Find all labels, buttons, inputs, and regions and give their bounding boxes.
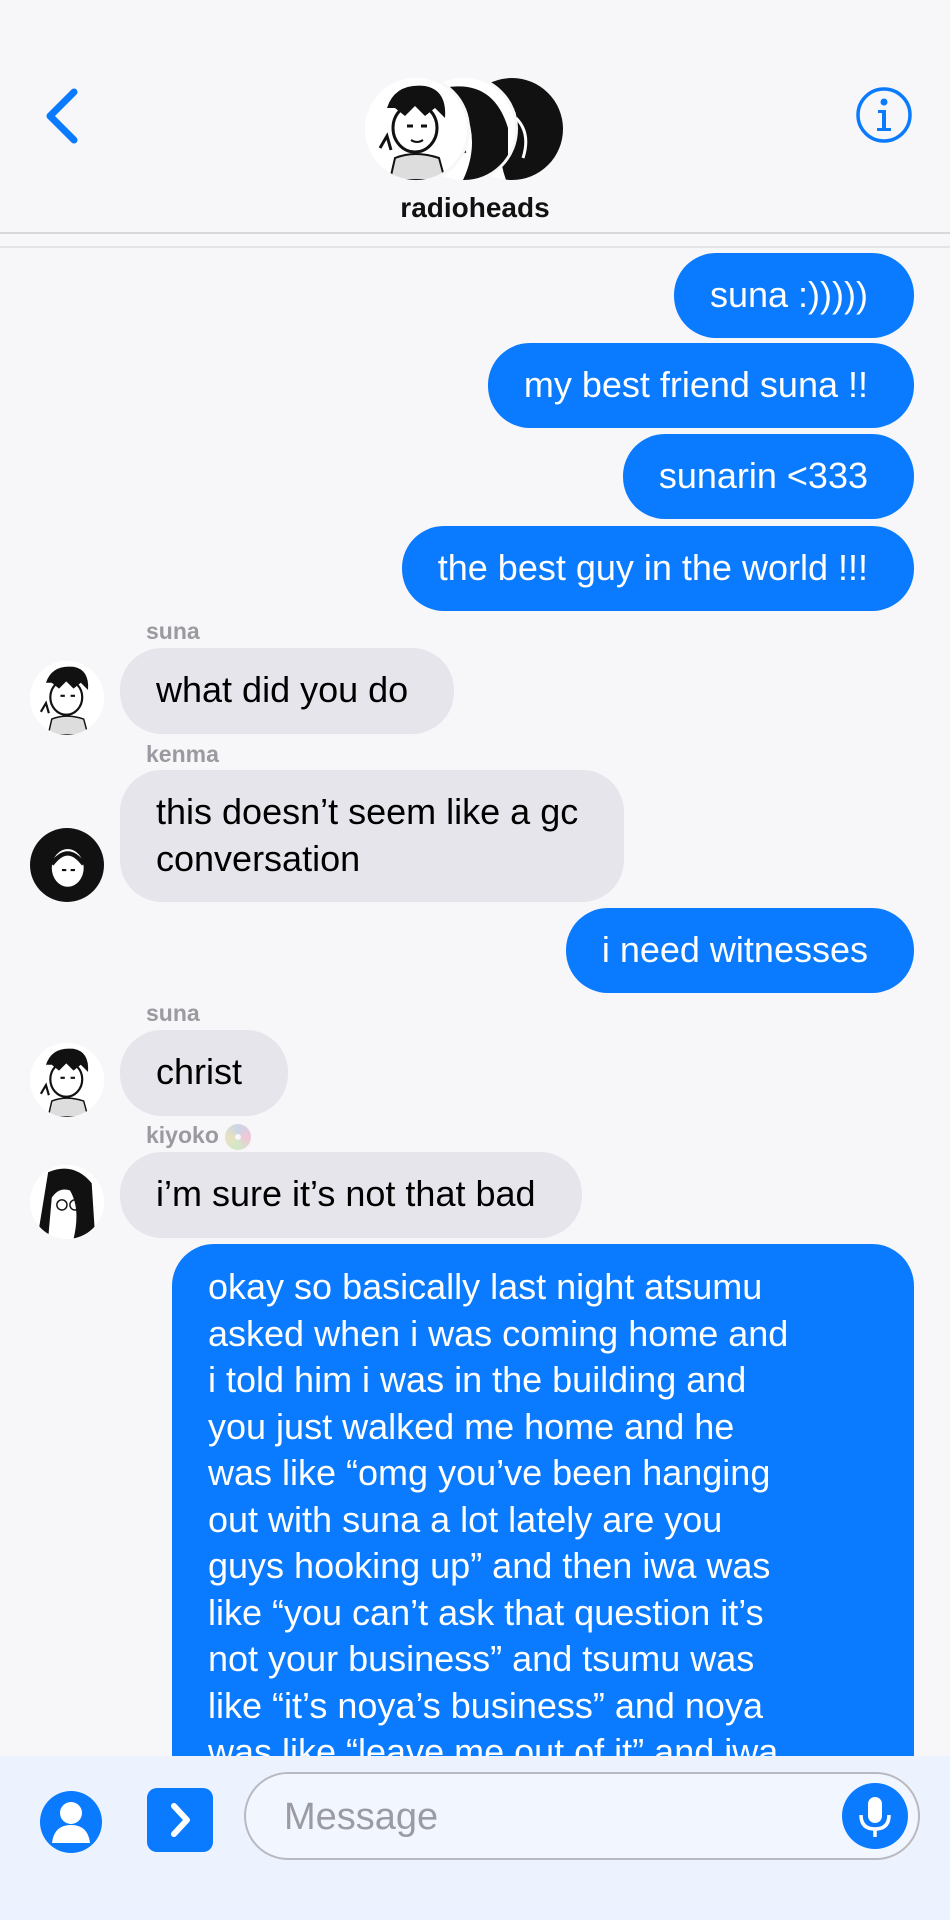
message-text: christ bbox=[156, 1051, 243, 1092]
info-icon bbox=[856, 87, 912, 143]
message-text: i need witnesses bbox=[601, 929, 868, 970]
avatar-kiyoko[interactable] bbox=[30, 1165, 104, 1239]
message-text-line: like “you can’t ask that question it’s bbox=[208, 1591, 764, 1633]
message-bubble-outgoing-long[interactable]: okay so basically last night atsumu aske… bbox=[172, 1244, 914, 1756]
apps-button[interactable] bbox=[147, 1788, 213, 1852]
message-text: suna :))))) bbox=[709, 274, 868, 315]
avatar-suna[interactable] bbox=[30, 661, 104, 735]
sender-name: suna bbox=[146, 618, 200, 644]
message-text: i’m sure it’s not that bad bbox=[156, 1173, 536, 1214]
sender-name: suna bbox=[146, 1000, 200, 1026]
message-text-line: conversation bbox=[156, 838, 361, 879]
message-text-line: not your business” and tsumu was bbox=[208, 1638, 755, 1679]
message-text-line: you just walked me home and he bbox=[208, 1405, 735, 1447]
message-text-line: i told him i was in the building and bbox=[208, 1359, 747, 1400]
avatar-suna bbox=[362, 75, 470, 183]
back-button[interactable] bbox=[40, 86, 84, 146]
message-text-line: asked when i was coming home and bbox=[208, 1312, 789, 1354]
message-text-line: was like “omg you’ve been hanging bbox=[208, 1452, 771, 1493]
avatar-suna[interactable] bbox=[30, 1043, 104, 1117]
contact-button[interactable] bbox=[40, 1791, 102, 1853]
microphone-icon bbox=[859, 1797, 891, 1837]
message-text-line: was like “leave me out of it” and iwa bbox=[208, 1731, 779, 1756]
message-text: the best guy in the world !!! bbox=[437, 547, 868, 588]
message-bubble-incoming[interactable]: this doesn’t seem like a gc conversation bbox=[120, 770, 625, 902]
message-input-container[interactable] bbox=[244, 1772, 920, 1860]
message-input[interactable] bbox=[282, 1788, 826, 1846]
message-bubble-incoming[interactable]: christ bbox=[120, 1030, 289, 1116]
message-composer bbox=[0, 1756, 950, 1920]
chevron-right-icon bbox=[171, 1803, 190, 1837]
message-text-line: this doesn’t seem like a gc bbox=[156, 791, 579, 832]
person-icon bbox=[52, 1802, 90, 1843]
avatar-kenma[interactable] bbox=[30, 828, 104, 902]
info-button[interactable] bbox=[855, 86, 913, 144]
sender-name: kiyoko bbox=[146, 1122, 252, 1150]
message-text-line: out with suna a lot lately are you bbox=[208, 1498, 723, 1540]
message-text-line: guys hooking up” and then iwa was bbox=[208, 1545, 771, 1586]
message-text: my best friend suna !! bbox=[523, 364, 868, 405]
message-thread[interactable]: suna :))))) my best friend suna !! sunar… bbox=[0, 248, 950, 1756]
group-avatars[interactable] bbox=[362, 75, 566, 185]
message-text: what did you do bbox=[156, 669, 409, 710]
message-bubble-incoming[interactable]: what did you do bbox=[120, 648, 455, 734]
message-bubble-outgoing[interactable]: i need witnesses bbox=[565, 908, 914, 993]
message-bubble-outgoing[interactable]: sunarin <333 bbox=[622, 434, 914, 519]
message-bubble-incoming[interactable]: i’m sure it’s not that bad bbox=[120, 1152, 582, 1238]
message-text-line: like “it’s noya’s business” and noya bbox=[208, 1684, 763, 1726]
message-bubble-outgoing[interactable]: suna :))))) bbox=[673, 253, 914, 338]
message-bubble-outgoing[interactable]: the best guy in the world !!! bbox=[401, 526, 914, 611]
chevron-left-icon bbox=[46, 88, 78, 144]
microphone-button[interactable] bbox=[842, 1783, 908, 1849]
message-text: sunarin <333 bbox=[658, 455, 868, 496]
message-bubble-outgoing[interactable]: my best friend suna !! bbox=[487, 343, 914, 428]
message-text-line: okay so basically last night atsumu bbox=[208, 1266, 763, 1307]
conversation-header: radioheads bbox=[0, 0, 950, 234]
cd-emoji-icon bbox=[225, 1123, 252, 1150]
sender-name: kenma bbox=[146, 741, 219, 767]
group-name[interactable]: radioheads bbox=[0, 192, 950, 224]
